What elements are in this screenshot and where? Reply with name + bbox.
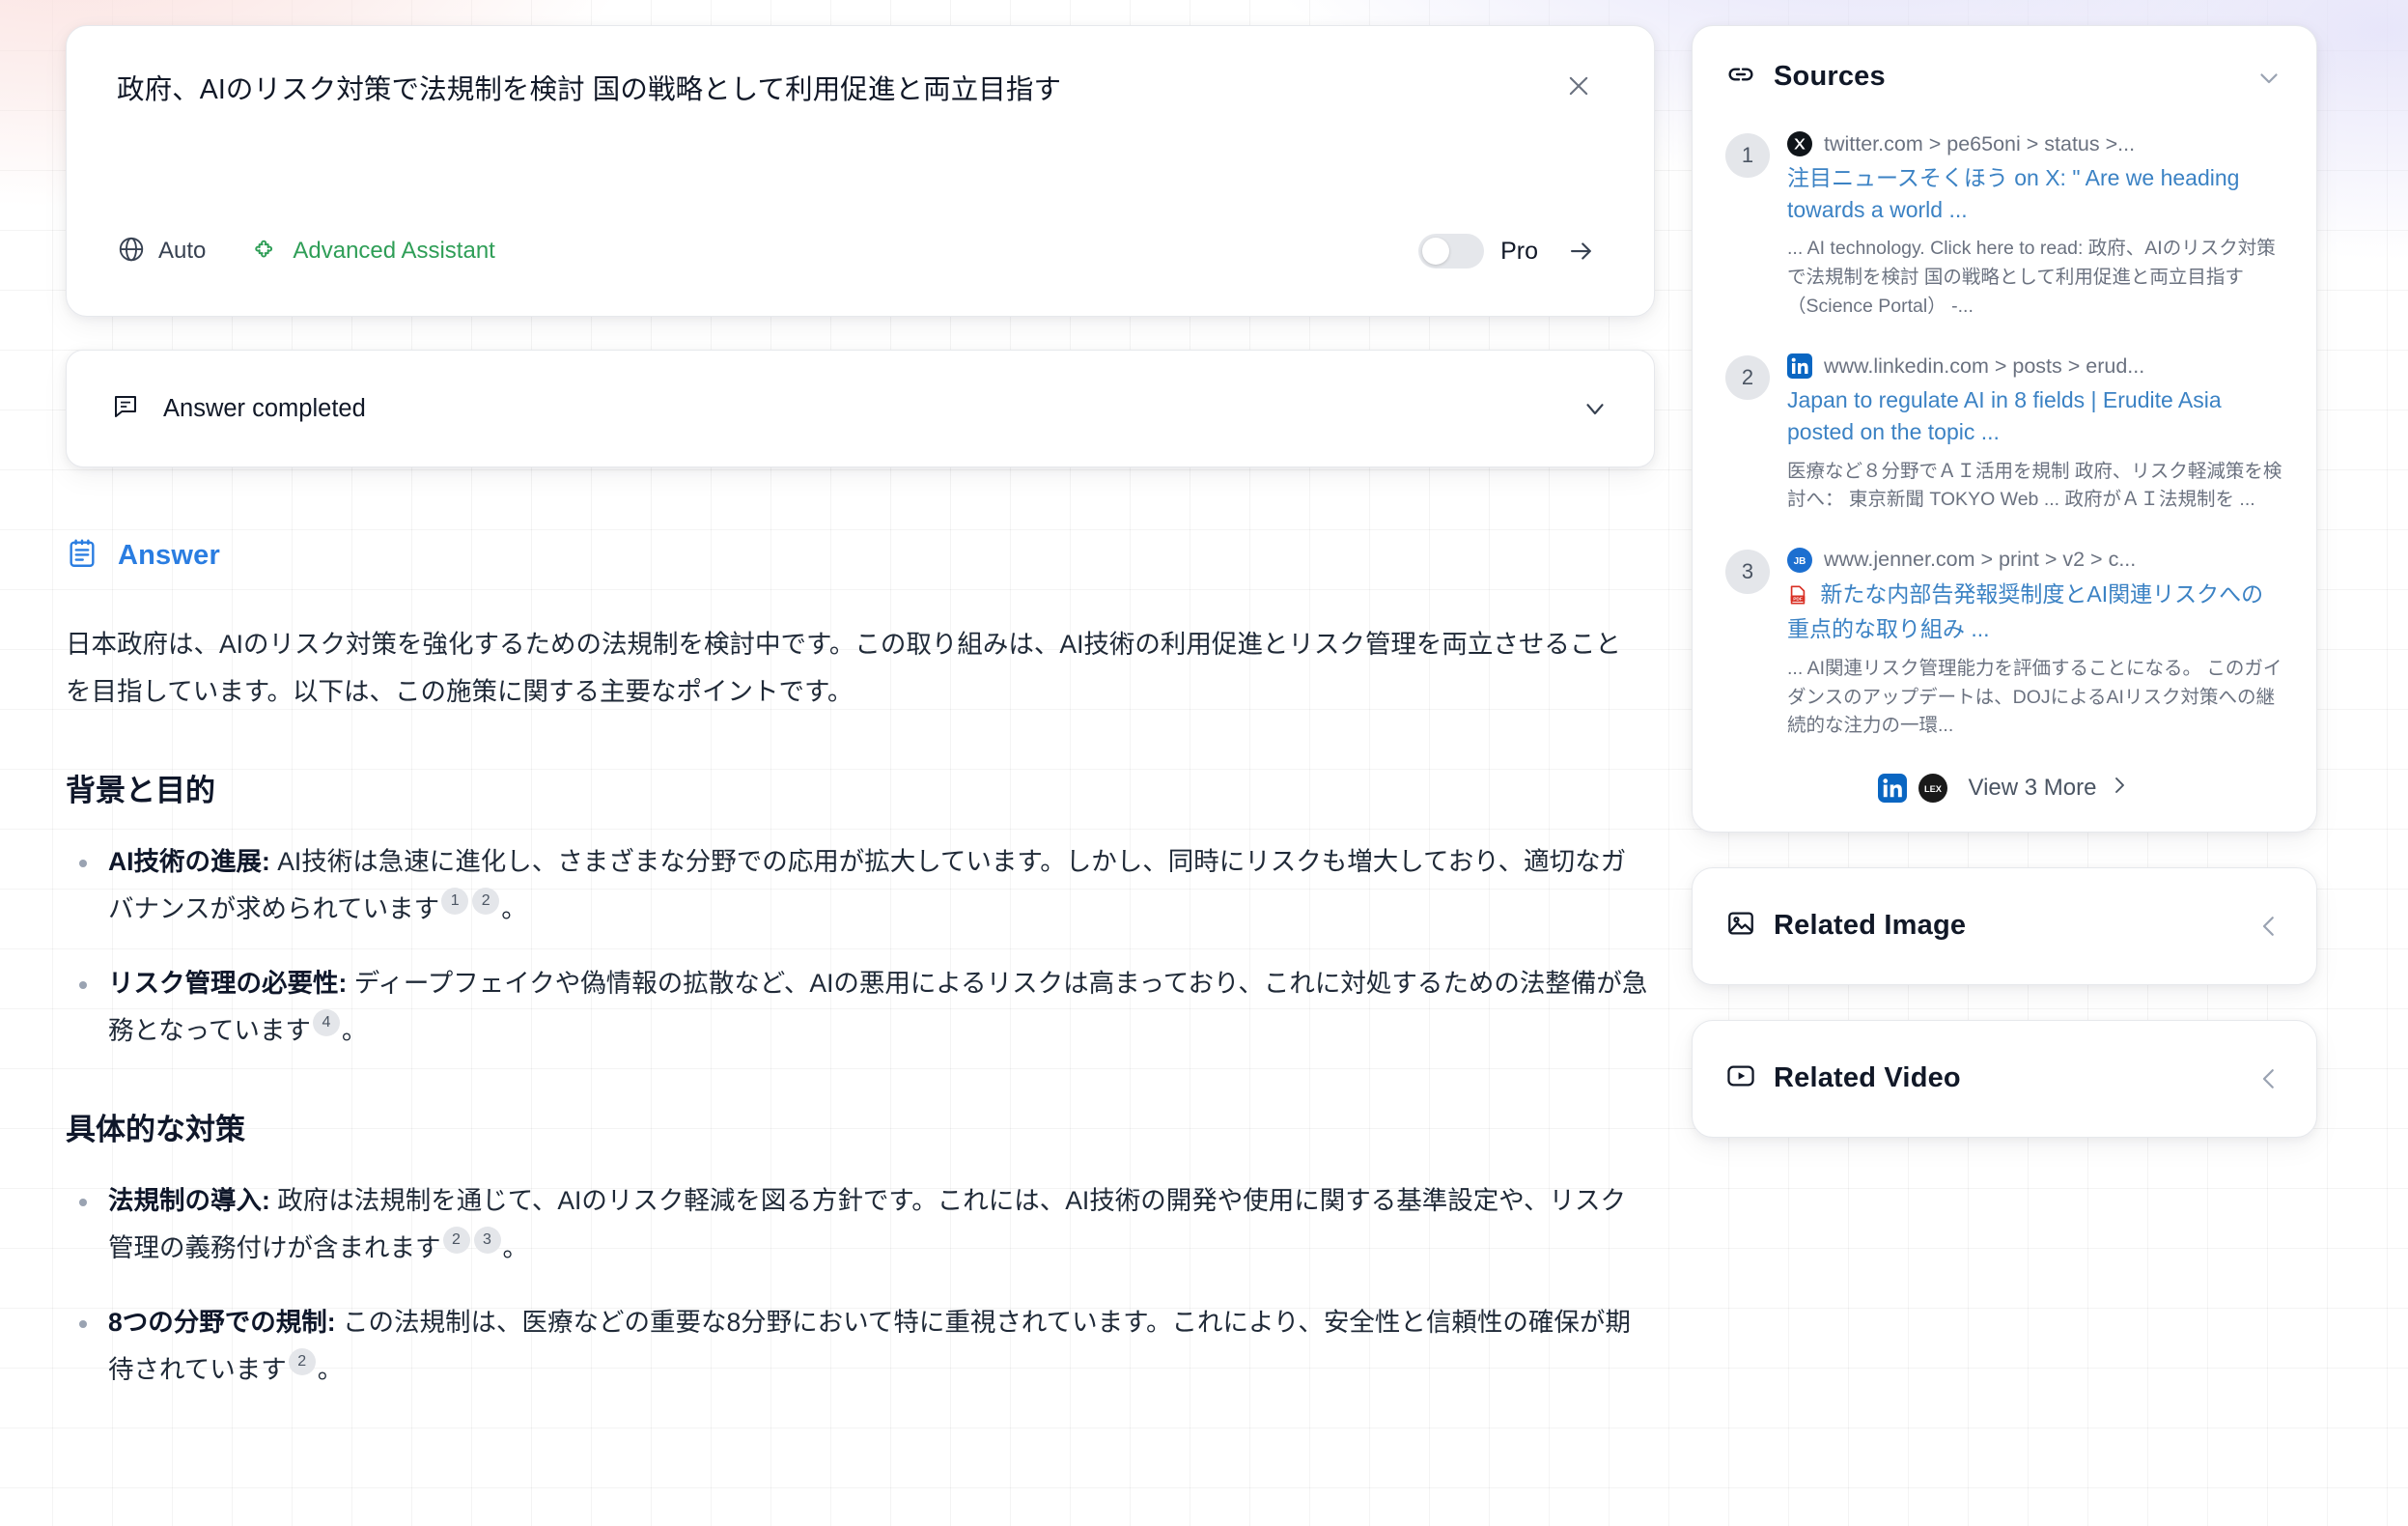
sources-panel: Sources 1 twitter.com > pe65oni > status… [1692,25,2317,833]
answer-intro-paragraph: 日本政府は、AIのリスク対策を強化するための法規制を検討中です。この取り組みは、… [66,630,1621,707]
citation-badge[interactable]: 1 [441,888,469,916]
answer-status-label: Answer completed [163,394,366,422]
svg-text:JB: JB [1794,556,1806,567]
link-icon [1725,59,1756,95]
chevron-left-icon[interactable] [2254,912,2283,941]
mode-selector-auto[interactable]: Auto [117,235,206,268]
sources-title: Sources [1774,61,1886,92]
list-item: AI技術の進展: AI技術は急速に進化し、さまざまな分野での応用が拡大しています… [66,838,1649,933]
answer-section: Answer 日本政府は、AIのリスク対策を強化するための法規制を検討中です。こ… [66,537,1655,1394]
source-url: twitter.com > pe65oni > status >... [1824,131,2136,155]
linkedin-icon [1787,353,1812,380]
chevron-down-icon[interactable] [1581,394,1610,423]
lex-icon: LEX [1918,773,1947,803]
sidebar-column: Sources 1 twitter.com > pe65oni > status… [1692,25,2317,1526]
bullet-title: 法規制の導入: [108,1186,270,1216]
submit-arrow-icon[interactable] [1563,233,1600,269]
list-item: 法規制の導入: 政府は法規制を通じて、AIのリスク軽減を図る方針です。これには、… [66,1177,1649,1272]
source-url: www.linkedin.com > posts > erud... [1824,353,2145,378]
x-twitter-icon [1787,131,1812,156]
view-more-label: View 3 More [1968,774,2097,801]
source-title[interactable]: 注目ニュースそくほう on X: " Are we heading toward… [1787,162,2283,225]
bullet-tail: 。 [502,1233,529,1263]
bullet-title: AI技術の進展: [108,847,270,877]
advanced-assistant-button[interactable]: Advanced Assistant [250,235,495,268]
chevron-left-icon[interactable] [2254,1064,2283,1093]
source-url-row: JB www.jenner.com > print > v2 > c... [1787,547,2283,573]
source-body: www.linkedin.com > posts > erud... Japan… [1787,353,2283,515]
pro-label: Pro [1500,237,1538,265]
source-item[interactable]: 2 www.linkedin.com > posts > erud... Jap… [1725,353,2283,515]
main-content-column: 政府、AIのリスク対策で法規制を検討 国の戦略として利用促進と両立目指す Aut… [66,25,1655,1526]
video-icon [1725,1060,1756,1096]
pdf-icon: PDF [1787,585,1814,610]
citation-badge[interactable]: 3 [473,1227,501,1255]
query-card: 政府、AIのリスク対策で法規制を検討 国の戦略として利用促進と両立目指す Aut… [66,25,1655,317]
bullet-title: 8つの分野での規制: [108,1308,336,1338]
linkedin-icon [1877,773,1907,803]
advanced-assistant-label: Advanced Assistant [293,238,495,264]
source-number: 2 [1725,355,1770,401]
image-icon [1725,908,1756,944]
answer-heading-label: Answer [118,540,220,571]
bullet-tail: 。 [501,894,527,924]
svg-text:LEX: LEX [1924,784,1943,794]
section-bullets-1: AI技術の進展: AI技術は急速に進化し、さまざまな分野での応用が拡大しています… [66,838,1655,1055]
chevron-right-icon [2108,774,2131,802]
pro-toggle[interactable] [1418,234,1485,268]
source-body: twitter.com > pe65oni > status >... 注目ニュ… [1787,131,2283,321]
related-video-card[interactable]: Related Video [1692,1019,2317,1138]
source-url: www.jenner.com > print > v2 > c... [1824,548,2137,572]
list-item: 8つの分野での規制: この法規制は、医療などの重要な8分野において特に重視されて… [66,1299,1649,1394]
citation-badge[interactable]: 2 [472,888,500,916]
source-snippet: 医療など８分野でＡＩ活用を規制 政府、リスク軽減策を検討へ： 東京新聞 TOKY… [1787,460,2282,511]
source-url-row: twitter.com > pe65oni > status >... [1787,131,2283,156]
section-bullets-2: 法規制の導入: 政府は法規制を通じて、AIのリスク軽減を図る方針です。これには、… [66,1177,1655,1394]
source-snippet: ... AI関連リスク管理能力を評価することになる。 このガイダンスのアップデー… [1787,658,2282,737]
answer-status-card[interactable]: Answer completed [66,350,1655,467]
list-item: リスク管理の必要性: ディープフェイクや偽情報の拡散など、AIの悪用によるリスク… [66,960,1649,1055]
puzzle-piece-icon [250,235,279,268]
citation-badge[interactable]: 2 [442,1227,470,1255]
mode-label: Auto [158,238,207,264]
citation-badge[interactable]: 4 [312,1009,340,1037]
notepad-icon [66,537,98,575]
chevron-down-icon[interactable] [2254,63,2283,92]
source-snippet: ... AI technology. Click here to read: 政… [1787,238,2276,317]
bullet-body: AI技術は急速に進化し、さまざまな分野での応用が拡大しています。しかし、同時にリ… [108,847,1627,924]
query-toolbar: Auto Advanced Assistant Pro [117,233,1604,316]
source-title[interactable]: PDF 新たな内部告発報奨制度とAI関連リスクへの重点的な取り組み ... [1787,579,2283,645]
source-body: JB www.jenner.com > print > v2 > c... PD… [1787,547,2283,741]
related-image-title: Related Image [1774,910,1967,942]
bullet-title: リスク管理の必要性: [108,969,348,999]
query-text-row: 政府、AIのリスク対策で法規制を検討 国の戦略として利用促進と両立目指す [117,71,1604,109]
related-image-card[interactable]: Related Image [1692,866,2317,985]
section-heading-2: 具体的な対策 [66,1113,245,1147]
svg-text:PDF: PDF [1793,596,1803,602]
section-heading-1: 背景と目的 [66,774,215,808]
bullet-tail: 。 [341,1016,368,1046]
source-item[interactable]: 3 JB www.jenner.com > print > v2 > c... [1725,547,2283,741]
source-number: 3 [1725,549,1770,594]
answer-status-left: Answer completed [111,392,366,426]
source-title[interactable]: Japan to regulate AI in 8 fields | Erudi… [1787,384,2283,447]
query-text[interactable]: 政府、AIのリスク対策で法規制を検討 国の戦略として利用促進と両立目指す [117,71,1061,109]
close-icon[interactable] [1559,67,1598,105]
bullet-tail: 。 [317,1355,344,1385]
source-title-text: 新たな内部告発報奨制度とAI関連リスクへの重点的な取り組み ... [1787,580,2264,642]
source-url-row: www.linkedin.com > posts > erud... [1787,353,2283,380]
page-root: 政府、AIのリスク対策で法規制を検討 国の戦略として利用促進と両立目指す Aut… [0,0,2408,1526]
related-video-title: Related Video [1774,1062,1961,1094]
jenner-icon: JB [1787,547,1812,573]
message-icon [111,392,140,426]
source-item[interactable]: 1 twitter.com > pe65oni > status >... 注目… [1725,131,2283,321]
source-number: 1 [1725,133,1770,178]
answer-heading: Answer [66,537,1655,575]
citation-badge[interactable]: 2 [288,1348,316,1376]
view-more-button[interactable]: LEX View 3 More [1725,773,2283,803]
globe-icon [117,235,146,268]
bullet-body: 政府は法規制を通じて、AIのリスク軽減を図る方針です。これには、AI技術の開発や… [108,1186,1626,1263]
sources-header: Sources [1725,59,2283,95]
